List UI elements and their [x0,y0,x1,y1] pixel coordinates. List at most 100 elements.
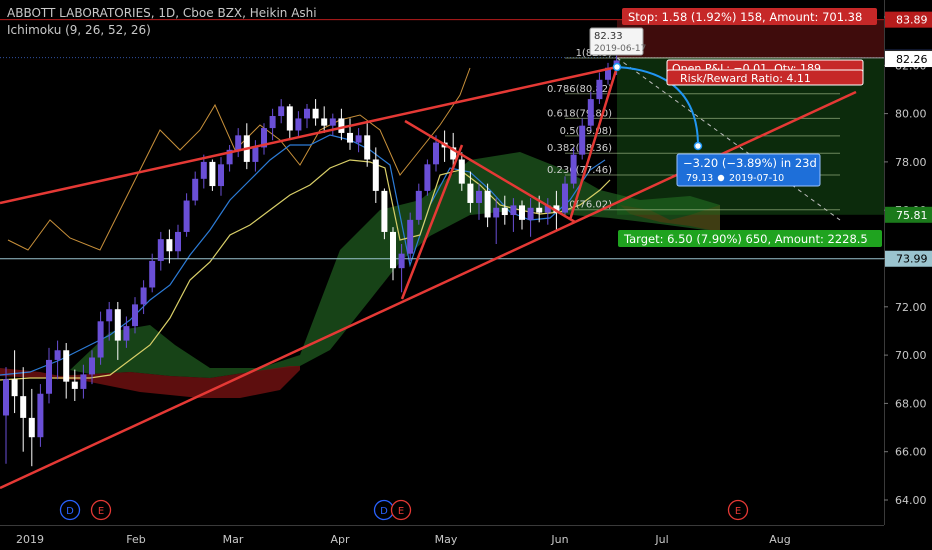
candle-body [132,304,138,327]
candle-body [433,142,439,165]
indicator-label[interactable]: Ichimoku (9, 26, 52, 26) [7,23,151,37]
candle-body [295,118,302,131]
projection-date-text: 2019-07-10 [729,173,784,184]
candle-body [493,207,500,218]
time-tick-label: Aug [769,533,790,546]
candle-body [390,231,396,269]
chart-canvas[interactable]: 1(82.3)0.786(80.82)0.618(79.80)0.5(79.08… [0,0,932,550]
event-badge-label: E [398,506,404,517]
candle-body [407,219,414,254]
candle-body [123,326,130,341]
candle-body [329,118,336,126]
candle-body [579,125,586,155]
chart-root: 1(82.3)0.786(80.82)0.618(79.80)0.5(79.08… [0,0,932,550]
candle-body [54,350,61,360]
candle-body [37,393,44,438]
price-tick-label: 80.00 [895,108,927,121]
clock-icon [717,174,725,182]
candle-body [312,108,319,119]
time-tick-label: 2019 [16,533,44,546]
price-tick-label: 68.00 [895,397,927,410]
candle-body [321,118,328,126]
candle-body [372,159,379,191]
event-badge-label: E [98,506,104,517]
time-tick-label: Apr [330,533,350,546]
time-tick-label: Jul [654,533,668,546]
candle-body [200,161,207,179]
candle-body [183,200,190,232]
candle-body [415,190,422,220]
candle-body [304,108,310,119]
stop-zone[interactable] [617,19,884,58]
candle-body [269,116,276,129]
candle-body [458,159,465,184]
candle-body [166,239,173,252]
price-level-tag-text: 75.81 [896,209,928,222]
candle-body [89,357,95,375]
candle-body [71,381,78,389]
candle-body [63,350,70,382]
candle-body [149,260,156,288]
price-level-tag-text: 82.26 [896,53,928,66]
candle-body [235,135,242,150]
time-tick-label: Jun [550,533,568,546]
candle-body [519,205,525,220]
candle-body [476,190,482,203]
target-label-text: Target: 6.50 (7.90%) 650, Amount: 2228.5 [623,232,868,246]
price-tick-label: 66.00 [895,446,927,459]
candle-body [175,231,181,252]
candle-body [424,164,431,191]
price-axis-area [884,0,932,550]
candle-body [3,379,9,416]
symbol-title[interactable]: ABBOTT LABORATORIES, 1D, Cboe BZX, Heiki… [7,6,317,20]
projection-price-text: 79.13 [686,173,713,184]
event-badge-label: D [66,506,74,517]
candle-body [381,190,388,232]
price-level-tag-text: 73.99 [896,253,928,266]
candle-body [484,190,491,218]
candle-body [587,99,594,126]
candle-body [106,309,113,322]
candle-body [347,132,353,143]
candle-body [570,154,577,184]
candle-body [596,79,603,100]
event-badge-label: E [735,506,741,517]
projection-change-text: −3.20 (−3.89%) in 23d [683,156,817,170]
candle-body [192,178,199,201]
fib-level-label: 0.236(77.46) [547,165,612,176]
price-tick-label: 72.00 [895,301,927,314]
candle-body [501,207,508,216]
candle-body [510,205,517,216]
price-tick-label: 64.00 [895,494,927,507]
candle-body [20,396,27,418]
event-badge-label: D [380,506,388,517]
candle-body [46,359,52,394]
candle-body [114,309,121,341]
time-tick-label: Mar [223,533,244,546]
time-tick-label: May [435,533,458,546]
risk-reward-text: Risk/Reward Ratio: 4.11 [680,72,811,85]
candle-body [11,379,18,397]
candle-body [536,207,543,213]
candle-body [398,253,405,269]
candle-body [140,287,147,305]
candle-body [97,321,104,358]
forecast-start-point[interactable] [612,62,622,72]
candle-body [80,374,87,389]
candle-body [338,118,345,133]
price-pin-value: 82.33 [594,31,623,42]
forecast-end-point[interactable] [693,141,703,151]
candle-body [364,135,371,160]
candle-body [218,164,224,187]
candle-body [28,417,35,438]
candle-body [278,106,285,117]
candle-body [527,207,534,220]
candle-body [562,183,568,213]
stop-label-text: Stop: 1.58 (1.92%) 158, Amount: 701.38 [628,10,862,24]
price-level-tag-text: 83.89 [896,14,928,27]
candle-body [286,106,293,131]
price-tick-label: 70.00 [895,349,927,362]
candle-body [157,239,164,261]
fib-level-label: 0.5(79.08) [560,126,612,137]
candle-body [209,161,216,187]
